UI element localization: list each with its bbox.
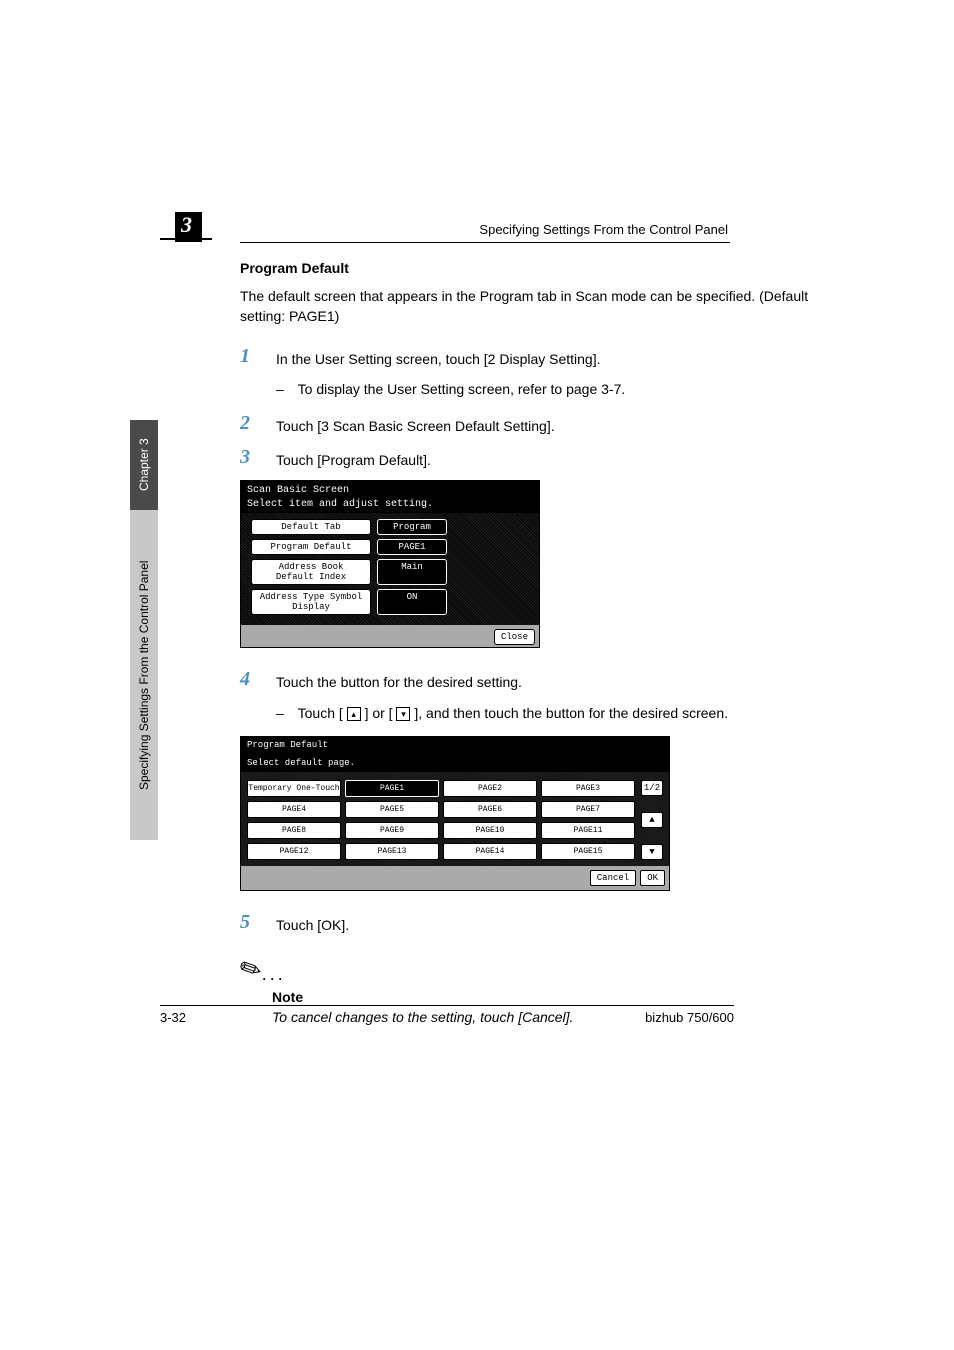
page1-button[interactable]: PAGE1: [345, 780, 439, 797]
step-4: 4 Touch the button for the desired setti…: [240, 668, 824, 692]
down-arrow-icon: ▾: [396, 707, 410, 721]
address-book-index-value[interactable]: Main: [377, 559, 447, 585]
page7-button[interactable]: PAGE7: [541, 801, 635, 818]
step-text: In the User Setting screen, touch [2 Dis…: [276, 345, 601, 369]
section-tab: Specifying Settings From the Control Pan…: [130, 510, 158, 840]
page11-button[interactable]: PAGE11: [541, 822, 635, 839]
program-default-value[interactable]: PAGE1: [377, 539, 447, 555]
page5-button[interactable]: PAGE5: [345, 801, 439, 818]
temp-one-touch-button[interactable]: Temporary One-Touch: [247, 780, 341, 797]
section-intro: The default screen that appears in the P…: [240, 286, 824, 327]
step-1-sub: – To display the User Setting screen, re…: [276, 379, 824, 400]
page8-button[interactable]: PAGE8: [247, 822, 341, 839]
page15-button[interactable]: PAGE15: [541, 843, 635, 860]
substep-text: To display the User Setting screen, refe…: [298, 381, 626, 397]
close-button[interactable]: Close: [494, 629, 535, 645]
dash-icon: –: [276, 703, 294, 724]
side-tab: Chapter 3 Specifying Settings From the C…: [130, 420, 158, 840]
page14-button[interactable]: PAGE14: [443, 843, 537, 860]
page-footer: 3-32 bizhub 750/600: [160, 1005, 734, 1025]
step-text: Touch [3 Scan Basic Screen Default Setti…: [276, 412, 555, 436]
scan-basic-screenshot: Scan Basic Screen Select item and adjust…: [240, 480, 824, 648]
default-tab-value[interactable]: Program: [377, 519, 447, 535]
screenshot2-title-1: Program Default: [241, 737, 669, 755]
step-1: 1 In the User Setting screen, touch [2 D…: [240, 345, 824, 369]
step-number: 2: [240, 412, 276, 434]
step-number: 5: [240, 911, 276, 933]
page6-button[interactable]: PAGE6: [443, 801, 537, 818]
scroll-indicator: 1/2: [641, 780, 663, 796]
substep-suffix: ], and then touch the button for the des…: [414, 705, 728, 721]
section-title: Program Default: [240, 260, 824, 276]
step-text: Touch [OK].: [276, 911, 349, 935]
ellipsis-icon: ...: [262, 964, 286, 984]
scroll-up-button[interactable]: ▲: [641, 812, 663, 828]
page9-button[interactable]: PAGE9: [345, 822, 439, 839]
step-3: 3 Touch [Program Default].: [240, 446, 824, 470]
page-number: 3-32: [160, 1010, 186, 1025]
step-number: 1: [240, 345, 276, 367]
page12-button[interactable]: PAGE12: [247, 843, 341, 860]
header-rule: [240, 242, 730, 243]
model-name: bizhub 750/600: [645, 1010, 734, 1025]
step-text: Touch [Program Default].: [276, 446, 431, 470]
program-default-button[interactable]: Program Default: [251, 539, 371, 555]
up-arrow-icon: ▴: [347, 707, 361, 721]
step-number: 4: [240, 668, 276, 690]
screenshot-title-2: Select item and adjust setting.: [241, 499, 539, 513]
dash-icon: –: [276, 379, 294, 400]
page13-button[interactable]: PAGE13: [345, 843, 439, 860]
program-default-screenshot: Program Default Select default page. Tem…: [240, 736, 824, 892]
chapter-underline: [160, 238, 212, 240]
address-type-symbol-button[interactable]: Address Type Symbol Display: [251, 589, 371, 615]
ok-button[interactable]: OK: [640, 870, 665, 886]
running-head: Specifying Settings From the Control Pan…: [479, 222, 728, 237]
note-label: Note: [272, 989, 824, 1005]
substep-prefix: Touch [: [298, 705, 347, 721]
step-4-sub: – Touch [ ▴ ] or [ ▾ ], and then touch t…: [276, 703, 824, 724]
substep-mid: ] or [: [365, 705, 397, 721]
screenshot2-title-2: Select default page.: [241, 755, 669, 773]
scroll-down-button[interactable]: ▼: [641, 844, 663, 860]
cancel-button[interactable]: Cancel: [590, 870, 636, 886]
chapter-tab: Chapter 3: [130, 420, 158, 510]
step-text: Touch the button for the desired setting…: [276, 668, 522, 692]
page4-button[interactable]: PAGE4: [247, 801, 341, 818]
address-type-symbol-value[interactable]: ON: [377, 589, 447, 615]
step-number: 3: [240, 446, 276, 468]
page10-button[interactable]: PAGE10: [443, 822, 537, 839]
screenshot-title-1: Scan Basic Screen: [241, 485, 539, 499]
page3-button[interactable]: PAGE3: [541, 780, 635, 797]
page2-button[interactable]: PAGE2: [443, 780, 537, 797]
address-book-index-button[interactable]: Address Book Default Index: [251, 559, 371, 585]
default-tab-button[interactable]: Default Tab: [251, 519, 371, 535]
step-5: 5 Touch [OK].: [240, 911, 824, 935]
step-2: 2 Touch [3 Scan Basic Screen Default Set…: [240, 412, 824, 436]
